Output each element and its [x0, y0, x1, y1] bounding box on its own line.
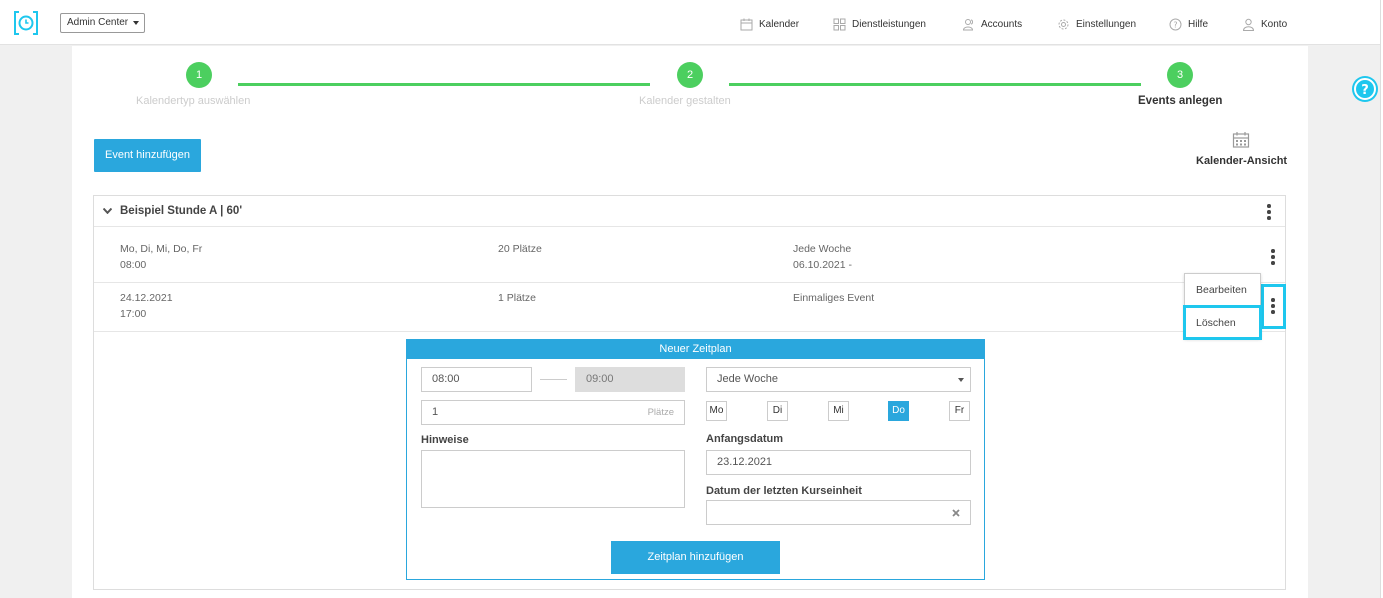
clear-icon[interactable]	[952, 509, 960, 517]
day-toggle-mo[interactable]: Mo	[706, 401, 727, 421]
places-suffix: Plätze	[647, 407, 674, 418]
nav-hilfe[interactable]: ? Hilfe	[1169, 17, 1208, 31]
start-date-label: Anfangsdatum	[706, 433, 783, 445]
nav-hilfe-label: Hilfe	[1188, 18, 1209, 30]
step-3-dot: 3	[1167, 62, 1193, 88]
question-icon: ?	[1169, 18, 1182, 30]
notes-label: Hinweise	[421, 434, 469, 446]
grid-icon	[833, 18, 846, 30]
app-logo-icon[interactable]	[13, 10, 39, 36]
schedule-days: 24.12.2021	[120, 292, 173, 304]
places-value: 1	[432, 406, 439, 418]
add-schedule-button[interactable]: Zeitplan hinzufügen	[611, 541, 780, 574]
event-more-icon[interactable]	[1267, 204, 1271, 220]
delete-highlight	[1183, 305, 1262, 340]
stepper-line-2	[729, 83, 1141, 86]
top-navigation-bar: Admin Center Kalender Dienstleistungen A…	[0, 0, 1383, 45]
menu-item-edit[interactable]: Bearbeiten	[1185, 274, 1260, 306]
schedule-days: Mo, Di, Mi, Do, Fr	[120, 243, 203, 255]
nav-accounts[interactable]: Accounts	[962, 17, 1022, 31]
nav-dienstleistungen[interactable]: Dienstleistungen	[833, 17, 926, 31]
admin-center-select[interactable]: Admin Center	[60, 13, 145, 33]
end-date-input[interactable]	[706, 500, 971, 525]
schedule-time: 17:00	[120, 308, 147, 320]
schedule-more-icon[interactable]	[1271, 249, 1275, 265]
schedule-row: 24.12.2021 17:00 1 Plätze Einmaliges Eve…	[94, 284, 1285, 332]
new-schedule-title: Neuer Zeitplan	[407, 340, 984, 359]
day-toggle-fr[interactable]: Fr	[949, 401, 970, 421]
schedule-places: 20 Plätze	[498, 243, 542, 255]
nav-einstellungen[interactable]: Einstellungen	[1057, 17, 1136, 31]
user-icon	[1242, 18, 1255, 31]
svg-text:?: ?	[1173, 20, 1177, 29]
add-event-button[interactable]: Event hinzufügen	[94, 139, 201, 172]
nav-accounts-label: Accounts	[981, 18, 1023, 30]
end-date-label: Datum der letzten Kurseinheit	[706, 485, 862, 497]
schedule-row: Mo, Di, Mi, Do, Fr 08:00 20 Plätze Jede …	[94, 228, 1285, 283]
calendar-icon	[740, 18, 753, 30]
schedule-more-icon-active[interactable]	[1271, 298, 1275, 314]
new-schedule-form: Neuer Zeitplan 08:00 09:00 Jede Woche 1 …	[406, 339, 985, 580]
end-time-input: 09:00	[575, 367, 685, 392]
day-toggle-do[interactable]: Do	[888, 401, 909, 421]
stepper-line-1	[238, 83, 650, 86]
help-question-icon[interactable]: ?	[1351, 75, 1379, 103]
chevron-down-icon[interactable]	[103, 208, 112, 214]
schedule-time: 08:00	[120, 259, 147, 271]
schedule-date: 06.10.2021 -	[793, 259, 852, 271]
calendar-view-icon[interactable]	[1232, 131, 1250, 149]
nav-konto-label: Konto	[1261, 18, 1288, 30]
calendar-view-label[interactable]: Kalender-Ansicht	[1196, 155, 1287, 167]
step-2-label: Kalender gestalten	[639, 95, 731, 107]
nav-konto[interactable]: Konto	[1242, 17, 1287, 31]
day-toggle-di[interactable]: Di	[767, 401, 788, 421]
step-3-label: Events anlegen	[1138, 95, 1223, 107]
step-1-dot: 1	[186, 62, 212, 88]
chevron-down-icon	[133, 21, 139, 25]
nav-dienstleistungen-label: Dienstleistungen	[852, 18, 926, 30]
gear-icon	[1058, 19, 1069, 29]
event-header[interactable]: Beispiel Stunde A | 60'	[94, 196, 1285, 227]
recurrence-select-value: Jede Woche	[717, 373, 778, 385]
event-title: Beispiel Stunde A | 60'	[120, 205, 243, 217]
places-input[interactable]: 1 Plätze	[421, 400, 685, 425]
nav-einstellungen-label: Einstellungen	[1076, 18, 1137, 30]
chevron-down-icon	[958, 378, 964, 382]
recurrence-select[interactable]: Jede Woche	[706, 367, 971, 392]
day-toggle-mi[interactable]: Mi	[828, 401, 849, 421]
nav-kalender-label: Kalender	[759, 18, 800, 30]
nav-kalender[interactable]: Kalender	[740, 17, 799, 31]
svg-text:?: ?	[1361, 83, 1369, 98]
step-2-dot: 2	[677, 62, 703, 88]
time-range-dash	[540, 379, 567, 380]
schedule-places: 1 Plätze	[498, 292, 536, 304]
step-1-label: Kalendertyp auswählen	[136, 95, 251, 107]
notes-textarea[interactable]	[421, 450, 685, 508]
schedule-recurrence: Einmaliges Event	[793, 292, 875, 304]
users-icon	[962, 18, 974, 30]
admin-center-select-label: Admin Center	[67, 17, 129, 28]
start-date-input[interactable]: 23.12.2021	[706, 450, 971, 475]
start-time-input[interactable]: 08:00	[421, 367, 532, 392]
schedule-recurrence: Jede Woche	[793, 243, 852, 255]
